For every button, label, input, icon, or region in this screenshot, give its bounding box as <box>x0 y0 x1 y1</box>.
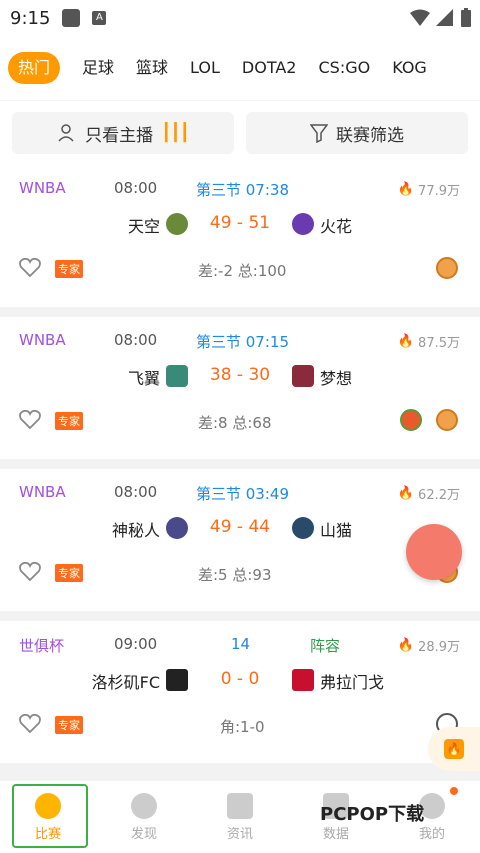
away-team: 山猫 <box>320 521 353 540</box>
league-filter-button[interactable]: 联赛筛选 <box>246 112 468 154</box>
app-notification-icon <box>62 9 81 27</box>
expert-badge: 专家 <box>55 716 83 734</box>
tab-kog[interactable]: KOG <box>392 52 427 84</box>
tab-lol[interactable]: LOL <box>190 52 220 84</box>
fire-icon: 🔥 <box>397 638 415 653</box>
anchor-only-label: 只看主播 <box>85 125 154 146</box>
away-team-logo-icon <box>292 365 314 387</box>
home-team: 飞翼 <box>127 369 160 388</box>
filter-bar: 只看主播 ┃┃┃ 联赛筛选 <box>0 101 480 165</box>
streamer-avatar-icon[interactable] <box>400 409 422 431</box>
home-team-logo-icon <box>166 365 188 387</box>
basketball-live-icon[interactable] <box>436 409 458 431</box>
match-card[interactable]: WNBA 08:00 第三节 07:15 🔥 87.5万 飞翼 38 - 30 梦… <box>0 317 480 459</box>
compass-icon <box>131 792 157 819</box>
home-team: 天空 <box>127 217 160 236</box>
match-period: 第三节 03:49 <box>196 485 289 503</box>
match-period: 第三节 07:38 <box>196 181 289 199</box>
tab-dota2[interactable]: DOTA2 <box>242 52 297 84</box>
tab-csgo[interactable]: CS:GO <box>318 52 370 84</box>
match-period: 第三节 07:15 <box>196 333 289 351</box>
category-tabs: 热门 足球 篮球 LOL DOTA2 CS:GO KOG <box>0 36 480 100</box>
fire-icon: 🔥 <box>397 334 415 349</box>
floating-refresh-button[interactable] <box>406 524 462 580</box>
favorite-heart-icon[interactable] <box>18 559 42 583</box>
live-bars-icon: ┃┃┃ <box>161 123 190 143</box>
expert-badge: 专家 <box>55 260 83 278</box>
home-team-logo-icon <box>166 669 188 691</box>
favorite-heart-icon[interactable] <box>18 255 42 279</box>
match-time: 09:00 <box>114 635 158 653</box>
fire-icon: 🔥 <box>444 739 464 759</box>
a-notification-icon: A <box>92 11 107 25</box>
score: 0 - 0 <box>220 669 260 689</box>
lineup-link[interactable]: 阵容 <box>310 635 340 656</box>
filter-icon <box>310 124 328 143</box>
basketball-live-icon[interactable] <box>436 257 458 279</box>
signal-icon <box>436 9 453 26</box>
heat-count: 🔥 87.5万 <box>397 334 460 351</box>
home-team: 洛杉矶FC <box>91 673 160 692</box>
match-card[interactable]: WNBA 08:00 第三节 07:38 🔥 77.9万 天空 49 - 51 火… <box>0 165 480 307</box>
league-label: WNBA <box>19 179 66 197</box>
score: 49 - 51 <box>209 213 271 233</box>
tab-hot[interactable]: 热门 <box>8 52 61 84</box>
battery-icon <box>461 8 471 27</box>
news-icon <box>227 792 253 819</box>
heat-count: 🔥 28.9万 <box>397 638 460 655</box>
match-time: 08:00 <box>114 331 158 349</box>
expert-badge: 专家 <box>55 412 83 430</box>
tab-football[interactable]: 足球 <box>82 52 114 84</box>
score: 38 - 30 <box>209 365 271 385</box>
score: 49 - 44 <box>209 517 271 537</box>
status-bar: 9:15 A <box>0 0 480 36</box>
home-team-logo-icon <box>166 213 188 235</box>
match-stat: 角:1-0 <box>220 718 265 736</box>
user-icon <box>58 124 74 142</box>
match-time: 08:00 <box>114 179 158 197</box>
league-label: WNBA <box>19 483 66 501</box>
match-card[interactable]: 世俱杯 09:00 14 阵容 🔥 28.9万 洛杉矶FC 0 - 0 弗拉门戈 … <box>0 621 480 763</box>
away-team: 梦想 <box>320 369 353 388</box>
match-stat: 差:-2 总:100 <box>198 262 287 280</box>
favorite-heart-icon[interactable] <box>18 711 42 735</box>
fire-icon: 🔥 <box>397 486 415 501</box>
match-minute: 14 <box>231 635 251 653</box>
notification-dot <box>450 787 458 795</box>
expert-badge: 专家 <box>55 564 83 582</box>
match-time: 08:00 <box>114 483 158 501</box>
away-team-logo-icon <box>292 669 314 691</box>
heat-count: 🔥 77.9万 <box>397 182 460 199</box>
nav-discover[interactable]: 发现 <box>96 781 192 853</box>
status-time: 9:15 <box>10 7 51 29</box>
nav-highlight <box>12 784 88 848</box>
away-team: 火花 <box>320 217 353 236</box>
favorite-heart-icon[interactable] <box>18 407 42 431</box>
tab-basketball[interactable]: 篮球 <box>136 52 168 84</box>
away-team-logo-icon <box>292 213 314 235</box>
league-filter-label: 联赛筛选 <box>336 125 404 146</box>
away-team: 弗拉门戈 <box>320 673 385 692</box>
away-team-logo-icon <box>292 517 314 539</box>
league-label: 世俱杯 <box>19 637 65 655</box>
match-stat: 差:5 总:93 <box>198 566 272 584</box>
side-promo-button[interactable]: 🔥 <box>428 727 480 771</box>
watermark: PCPOP下载 <box>320 804 425 825</box>
league-label: WNBA <box>19 331 66 349</box>
heat-count: 🔥 62.2万 <box>397 486 460 503</box>
nav-news[interactable]: 资讯 <box>192 781 288 853</box>
anchor-only-button[interactable]: 只看主播 ┃┃┃ <box>12 112 234 154</box>
fire-icon: 🔥 <box>397 182 415 197</box>
home-team-logo-icon <box>166 517 188 539</box>
home-team: 神秘人 <box>111 521 160 540</box>
match-stat: 差:8 总:68 <box>198 414 272 432</box>
wifi-icon <box>410 9 430 26</box>
